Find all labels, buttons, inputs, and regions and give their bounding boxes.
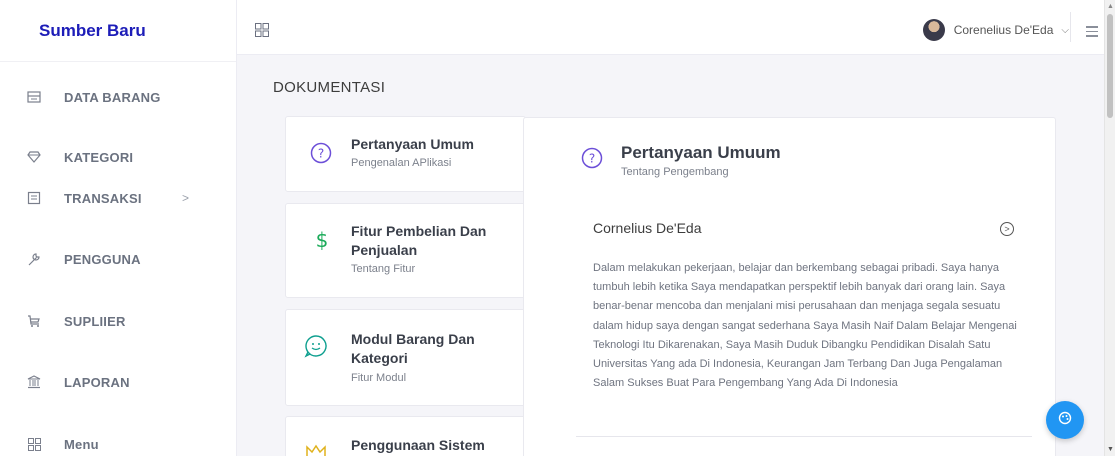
user-menu[interactable]: Corenelius De'Eda ⌵ <box>922 18 1069 42</box>
hamburger-menu-icon[interactable] <box>1086 26 1098 40</box>
sidebar-item-data-barang[interactable]: DATA BARANG <box>0 85 236 109</box>
wrench-icon <box>26 251 42 267</box>
sidebar-item-label: LAPORAN <box>64 374 130 390</box>
scrollbar[interactable]: ▲ ▼ <box>1104 0 1115 456</box>
card-subtitle: Pengenalan APlikasi <box>351 157 452 169</box>
inbox-icon <box>26 89 42 105</box>
svg-text:$: $ <box>316 228 329 252</box>
sidebar-item-laporan[interactable]: LAPORAN <box>0 370 236 394</box>
floating-action-button[interactable] <box>1046 401 1084 439</box>
card-modul-barang[interactable]: Modul Barang Dan Kategori Fitur Modul <box>285 309 526 406</box>
accordion-title[interactable]: Cornelius De'Eda <box>593 220 702 236</box>
smile-icon <box>304 334 328 358</box>
question-circle-icon: ? <box>309 141 333 165</box>
sidebar-item-label: KATEGORI <box>64 149 134 165</box>
card-penggunaan-sistem[interactable]: Penggunaan Sistem <box>285 416 526 456</box>
brand-logo[interactable]: Sumber Baru <box>0 0 236 62</box>
scroll-thumb[interactable] <box>1107 14 1113 118</box>
accordion-body: Dalam melakukan pekerjaan, belajar dan b… <box>593 262 1017 390</box>
topbar: Corenelius De'Eda ⌵ <box>237 0 1115 55</box>
chevron-down-icon: ⌵ <box>1061 24 1069 36</box>
divider <box>576 436 1032 437</box>
card-title: Fitur Pembelian Dan Penjualan <box>351 223 487 258</box>
card-pertanyaan-umum[interactable]: ? Pertanyaan Umum Pengenalan APlikasi <box>285 116 526 192</box>
card-subtitle: Fitur Modul <box>351 372 407 384</box>
apps-grid-icon[interactable] <box>255 23 269 37</box>
sidebar: Sumber Baru DATA BARANG KATEGORI TRANSAK… <box>0 0 237 456</box>
cart-icon <box>26 313 42 329</box>
sidebar-item-kategori[interactable]: KATEGORI <box>0 145 236 169</box>
sidebar-item-menu[interactable]: Menu <box>0 432 236 456</box>
crown-icon <box>304 439 328 456</box>
receipt-icon <box>26 190 42 206</box>
sidebar-item-pengguna[interactable]: PENGGUNA <box>0 247 236 271</box>
card-subtitle: Tentang Fitur <box>351 263 416 275</box>
svg-text:?: ? <box>318 147 324 161</box>
sidebar-item-transaksi[interactable]: TRANSAKSI > <box>0 186 236 210</box>
detail-subtitle: Tentang Pengembang <box>621 166 729 178</box>
question-circle-icon: ? <box>580 146 604 170</box>
sidebar-item-label: TRANSAKSI <box>64 190 142 206</box>
sidebar-item-label: SUPLIIER <box>64 313 126 329</box>
sidebar-item-label: Menu <box>64 436 99 452</box>
card-title: Pertanyaan Umum <box>351 136 474 152</box>
card-fitur-pembelian[interactable]: $ Fitur Pembelian Dan Penjualan Tentang … <box>285 203 526 298</box>
palette-icon <box>1058 411 1072 430</box>
card-title: Modul Barang Dan Kategori <box>351 331 475 366</box>
user-name: Corenelius De'Eda <box>953 23 1054 37</box>
detail-title: Pertanyaan Umuum <box>621 143 781 162</box>
diamond-icon <box>26 149 42 165</box>
scroll-up-arrow-icon[interactable]: ▲ <box>1107 3 1114 10</box>
avatar <box>922 19 945 41</box>
grid-icon <box>26 436 42 452</box>
sidebar-item-supliier[interactable]: SUPLIIER <box>0 309 236 333</box>
card-title: Penggunaan Sistem <box>351 437 485 453</box>
divider <box>1070 12 1071 42</box>
dollar-icon: $ <box>310 228 334 252</box>
scroll-down-arrow-icon[interactable]: ▼ <box>1107 446 1114 453</box>
sidebar-item-label: DATA BARANG <box>64 89 161 105</box>
sidebar-item-label: PENGGUNA <box>64 251 141 267</box>
chevron-right-circle-icon[interactable]: > <box>1000 222 1014 236</box>
chevron-right-icon: > <box>182 191 190 205</box>
svg-text:?: ? <box>589 152 595 166</box>
bank-icon <box>26 374 42 390</box>
page-title: DOKUMENTASI <box>273 79 386 96</box>
